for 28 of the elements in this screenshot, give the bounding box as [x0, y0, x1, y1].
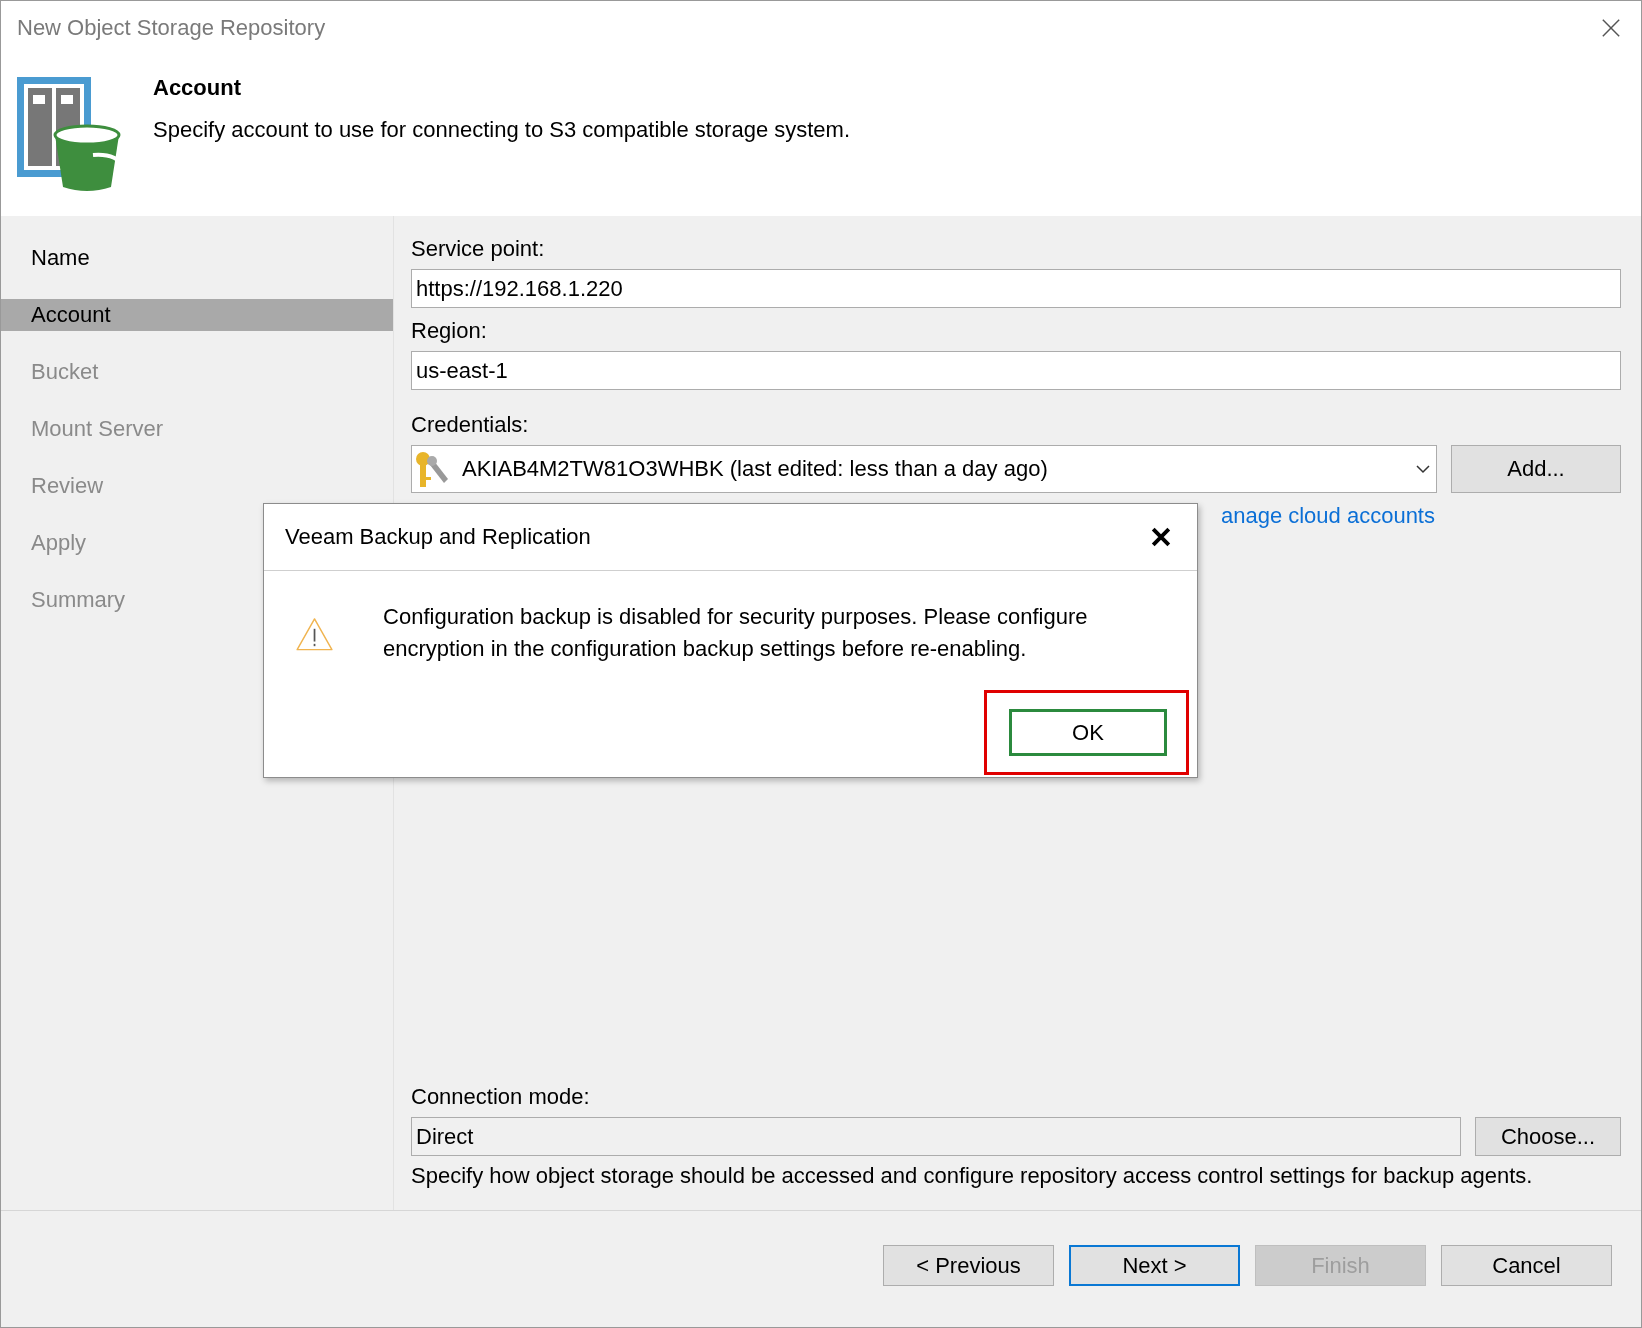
key-icon	[414, 449, 450, 489]
wizard-button[interactable]: < Previous	[883, 1245, 1054, 1286]
dialog-message: Configuration backup is disabled for security purposes. Please configure encryption in the configuration backup settings before re-enabling.	[383, 603, 1089, 663]
input-field: Direct	[411, 1117, 1461, 1156]
choose-button[interactable]: Choose...	[1475, 1117, 1621, 1156]
caret-icon	[1416, 464, 1430, 474]
dropdown-value: AKIAB4M2TW81O3WHBK (last edited: less than a day ago)	[462, 456, 1049, 482]
help-text: Specify how object storage should be accessed and configure repository access control settings for backup agents.	[411, 1162, 1534, 1190]
input-field[interactable]: us-east-1	[411, 351, 1621, 390]
dialog-title: Veeam Backup and Replication	[285, 524, 591, 550]
field-label: Region:	[411, 318, 488, 344]
add-button[interactable]: Add...	[1451, 445, 1621, 493]
page-description: Specify account to use for connecting to S3 compatible storage system.	[153, 117, 851, 143]
ok-button[interactable]: OK	[1009, 709, 1167, 756]
step-item[interactable]: Name	[1, 242, 393, 274]
manage-accounts-link[interactable]: anage cloud accounts	[1220, 503, 1435, 529]
close-icon[interactable]	[1151, 527, 1171, 547]
wizard-button[interactable]: Next >	[1069, 1245, 1240, 1286]
credentials-dropdown[interactable]: AKIAB4M2TW81O3WHBK (last edited: less than a day ago)	[411, 445, 1437, 493]
step-item[interactable]: Account	[1, 299, 393, 331]
field-label: Credentials:	[411, 412, 530, 438]
wizard-button[interactable]: Cancel	[1441, 1245, 1612, 1286]
close-icon[interactable]	[1601, 18, 1621, 38]
field-label: Connection mode:	[411, 1084, 591, 1110]
field-label: Service point:	[411, 236, 546, 262]
page-heading: Account	[153, 75, 242, 101]
input-field[interactable]: https://192.168.1.220	[411, 269, 1621, 308]
window-title: New Object Storage Repository	[17, 15, 326, 41]
